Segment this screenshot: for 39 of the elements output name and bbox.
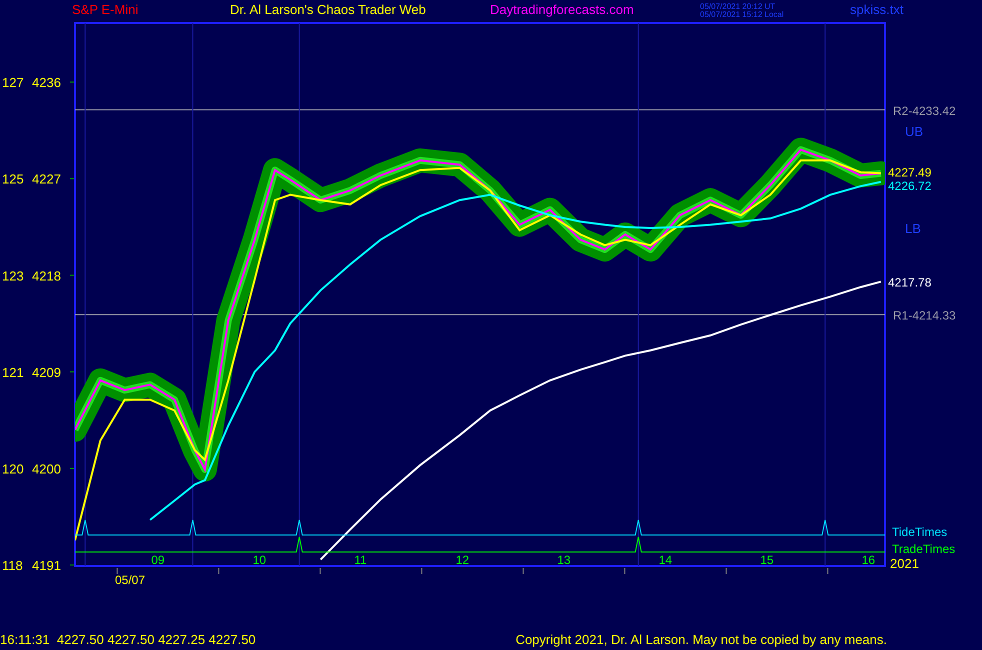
timestamp: 05/07/2021 20:12 UT (700, 3, 776, 11)
y-axis-label: 4209 (32, 364, 61, 380)
event-label: TradeTimes (892, 542, 956, 556)
y-axis-label: 121 (2, 364, 24, 380)
quote-text: 16:11:31 4227.50 4227.50 4227.25 4227.50 (0, 631, 256, 649)
level-label: R1-4214.33 (893, 308, 956, 323)
x-axis-label: 15 (760, 553, 774, 567)
band-label: LB (905, 221, 921, 236)
x-axis-label: 09 (151, 553, 165, 567)
site-link[interactable]: Daytradingforecasts.com (490, 0, 634, 20)
y-axis-label: 120 (2, 461, 24, 476)
copyright-text: Copyright 2021, Dr. Al Larson. May not be copied by any means. (516, 631, 887, 649)
x-axis-label: 10 (252, 553, 266, 567)
x-axis-label: 13 (557, 553, 571, 567)
timestamp: 05/07/2021 15:12 Local (700, 11, 784, 19)
value-label: 4226.72 (888, 178, 932, 193)
event-label: TideTimes (892, 525, 948, 539)
y-axis-label: 4200 (32, 461, 61, 476)
file-name: spkiss.txt (850, 1, 904, 19)
x-axis-label: 11 (354, 553, 367, 567)
value-label: 4217.78 (888, 276, 932, 290)
x-axis-label: 14 (658, 553, 672, 567)
y-axis-label: 4236 (32, 75, 61, 90)
level-label: R2-4233.42 (893, 104, 956, 118)
site-title: Dr. Al Larson's Chaos Trader Web (230, 1, 426, 19)
y-axis-label: 4227 (32, 172, 61, 187)
y-axis-label: 4191 (32, 558, 61, 573)
y-axis-label: 127 (2, 75, 24, 90)
value-label: 4227.49 (888, 165, 932, 180)
symbol-label: S&P E-Mini (72, 1, 138, 19)
y-axis-label: 125 (2, 172, 24, 187)
x-axis-label: 16 (862, 553, 876, 567)
x-axis-label: 12 (456, 553, 470, 567)
year-label: 2021 (890, 556, 919, 571)
date-label: 05/07 (115, 573, 146, 587)
band-label: UB (905, 124, 924, 139)
y-axis-label: 123 (2, 268, 24, 284)
y-axis-label: 118 (2, 558, 23, 573)
y-axis-label: 4218 (32, 268, 61, 284)
